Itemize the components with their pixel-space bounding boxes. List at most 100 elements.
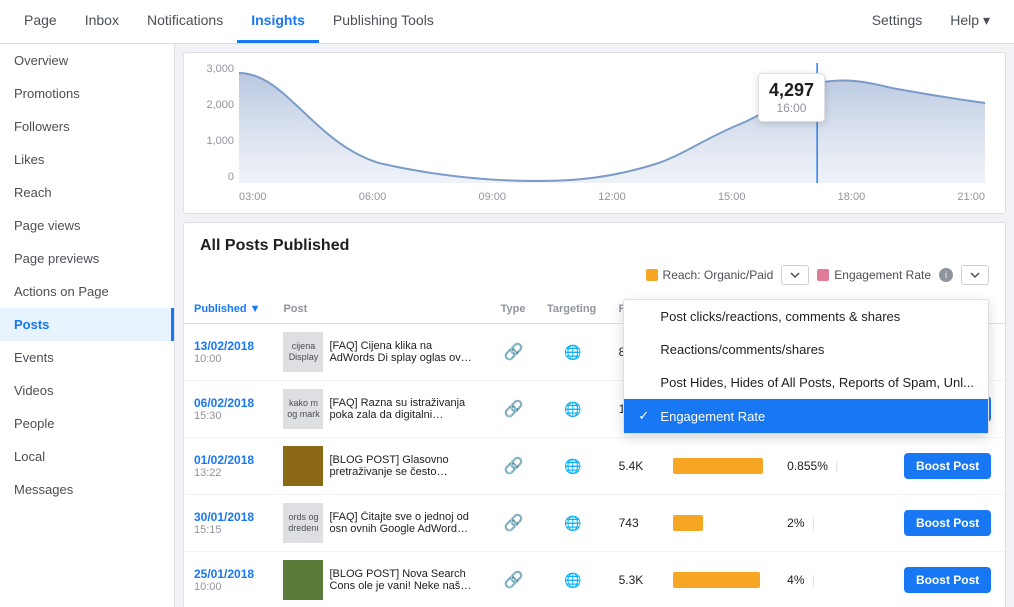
dropdown-item-clicks[interactable]: Post clicks/reactions, comments & shares xyxy=(624,300,988,333)
nav-inbox[interactable]: Inbox xyxy=(71,0,133,43)
nav-help[interactable]: Help ▾ xyxy=(936,12,1004,32)
sidebar-item-posts[interactable]: Posts xyxy=(0,308,174,341)
sidebar-item-reach[interactable]: Reach xyxy=(0,176,174,209)
col-header-type: Type xyxy=(491,295,537,324)
chart-x-axis: 03:00 06:00 09:00 12:00 15:00 18:00 21:0… xyxy=(239,191,985,203)
post-title: [FAQ] Cijena klika na AdWords Di splay o… xyxy=(329,340,473,364)
sidebar-item-page-previews[interactable]: Page previews xyxy=(0,242,174,275)
sidebar-item-actions-on-page[interactable]: Actions on Page xyxy=(0,275,174,308)
targeting-icon: 🌐 xyxy=(547,401,599,418)
nav-insights[interactable]: Insights xyxy=(237,0,319,43)
info-icon[interactable]: i xyxy=(939,268,953,282)
published-time: 10:00 xyxy=(194,581,263,593)
chart-plot xyxy=(239,63,985,183)
col-published-label: Published ▼ xyxy=(194,303,261,315)
dropdown-item-clicks-label: Post clicks/reactions, comments & shares xyxy=(660,309,900,324)
globe-icon: 🌐 xyxy=(564,344,581,361)
sidebar-item-page-views[interactable]: Page views xyxy=(0,209,174,242)
reach-bar-cell xyxy=(663,438,777,495)
col-header-targeting: Targeting xyxy=(537,295,609,324)
published-time: 15:30 xyxy=(194,410,263,422)
reach-bar xyxy=(673,572,760,588)
engagement-rate-value: 2% xyxy=(787,516,804,530)
x-label-1500: 15:00 xyxy=(718,191,746,203)
reach-bar xyxy=(673,515,703,531)
sidebar-item-overview[interactable]: Overview xyxy=(0,44,174,77)
post-thumbnail xyxy=(283,446,323,486)
globe-icon: 🌐 xyxy=(564,572,581,589)
col-header-post: Post xyxy=(273,295,490,324)
boost-cell: Boost Post xyxy=(894,552,1005,607)
reach-value: 743 xyxy=(609,495,664,552)
published-date: 30/01/2018 xyxy=(194,510,263,524)
link-icon: 🔗 xyxy=(504,399,524,419)
post-title: [FAQ] Čitajte sve o jednoj od osn ovnih … xyxy=(329,511,473,535)
chart-tooltip: 4,297 16:00 xyxy=(758,73,825,122)
engagement-filter-dropdown[interactable] xyxy=(961,265,989,285)
post-preview: [BLOG POST] Glasovno pretraživanje se če… xyxy=(283,446,473,486)
main-layout: Overview Promotions Followers Likes Reac… xyxy=(0,44,1014,607)
reach-filter-label: Reach: Organic/Paid xyxy=(663,268,774,282)
sidebar-item-events[interactable]: Events xyxy=(0,341,174,374)
tooltip-time: 16:00 xyxy=(769,101,814,115)
sidebar-item-local[interactable]: Local xyxy=(0,440,174,473)
targeting-icon: 🌐 xyxy=(547,458,599,475)
post-preview: [BLOG POST] Nova Search Cons ole je vani… xyxy=(283,560,473,600)
type-icon: 🔗 xyxy=(501,399,527,419)
nav-publishing-tools[interactable]: Publishing Tools xyxy=(319,0,448,43)
y-label-3000: 3,000 xyxy=(194,63,234,75)
link-icon: 🔗 xyxy=(504,513,524,533)
divider: | xyxy=(835,459,838,473)
sidebar: Overview Promotions Followers Likes Reac… xyxy=(0,44,175,607)
nav-settings[interactable]: Settings xyxy=(858,12,937,31)
divider: | xyxy=(812,516,815,530)
sidebar-item-followers[interactable]: Followers xyxy=(0,110,174,143)
targeting-icon: 🌐 xyxy=(547,515,599,532)
published-date: 25/01/2018 xyxy=(194,567,263,581)
table-row: 25/01/201810:00 [BLOG POST] Nova Search C… xyxy=(184,552,1005,607)
boost-cell: Boost Post xyxy=(894,495,1005,552)
nav-page[interactable]: Page xyxy=(10,0,71,43)
x-label-1200: 12:00 xyxy=(598,191,626,203)
globe-icon: 🌐 xyxy=(564,401,581,418)
published-time: 13:22 xyxy=(194,467,263,479)
dropdown-item-engagement-label: Engagement Rate xyxy=(660,409,765,424)
engagement-dropdown-menu: Post clicks/reactions, comments & shares… xyxy=(623,299,989,434)
col-header-published[interactable]: Published ▼ xyxy=(184,295,273,324)
sidebar-item-promotions[interactable]: Promotions xyxy=(0,77,174,110)
posts-section: All Posts Published Reach: Organic/Paid … xyxy=(183,222,1006,607)
reach-filter-dropdown[interactable] xyxy=(781,265,809,285)
boost-cell: Boost Post xyxy=(894,438,1005,495)
dropdown-item-hides[interactable]: Post Hides, Hides of All Posts, Reports … xyxy=(624,366,988,399)
post-thumbnail-text: kako m og mark xyxy=(283,389,323,429)
engagement-rate-cell: 4% | xyxy=(777,552,894,607)
table-row: 01/02/201813:22 [BLOG POST] Glasovno pret… xyxy=(184,438,1005,495)
checkmark-icon: ✓ xyxy=(638,408,652,424)
boost-post-button[interactable]: Boost Post xyxy=(904,453,991,479)
sidebar-item-people[interactable]: People xyxy=(0,407,174,440)
reach-color-indicator xyxy=(646,269,658,281)
boost-post-button[interactable]: Boost Post xyxy=(904,510,991,536)
chevron-down-icon xyxy=(790,270,800,280)
x-label-2100: 21:00 xyxy=(957,191,985,203)
tooltip-value: 4,297 xyxy=(769,80,814,101)
post-preview: ords og dredenı[FAQ] Čitajte sve o jedno… xyxy=(283,503,473,543)
sidebar-item-likes[interactable]: Likes xyxy=(0,143,174,176)
dropdown-item-reactions[interactable]: Reactions/comments/shares xyxy=(624,333,988,366)
engagement-filter-label: Engagement Rate xyxy=(834,268,931,282)
post-title: [BLOG POST] Glasovno pretraživanje se če… xyxy=(329,454,473,478)
nav-notifications[interactable]: Notifications xyxy=(133,0,237,43)
type-icon: 🔗 xyxy=(501,513,527,533)
reach-value: 5.4K xyxy=(609,438,664,495)
published-date: 01/02/2018 xyxy=(194,453,263,467)
engagement-filter-badge: Engagement Rate i xyxy=(817,268,953,282)
sidebar-item-messages[interactable]: Messages xyxy=(0,473,174,506)
boost-post-button[interactable]: Boost Post xyxy=(904,567,991,593)
sidebar-item-videos[interactable]: Videos xyxy=(0,374,174,407)
x-label-0900: 09:00 xyxy=(478,191,506,203)
globe-icon: 🌐 xyxy=(564,458,581,475)
published-time: 15:15 xyxy=(194,524,263,536)
reach-value: 5.3K xyxy=(609,552,664,607)
engagement-rate-cell: 2% | xyxy=(777,495,894,552)
dropdown-item-engagement-rate[interactable]: ✓ Engagement Rate xyxy=(624,399,988,433)
